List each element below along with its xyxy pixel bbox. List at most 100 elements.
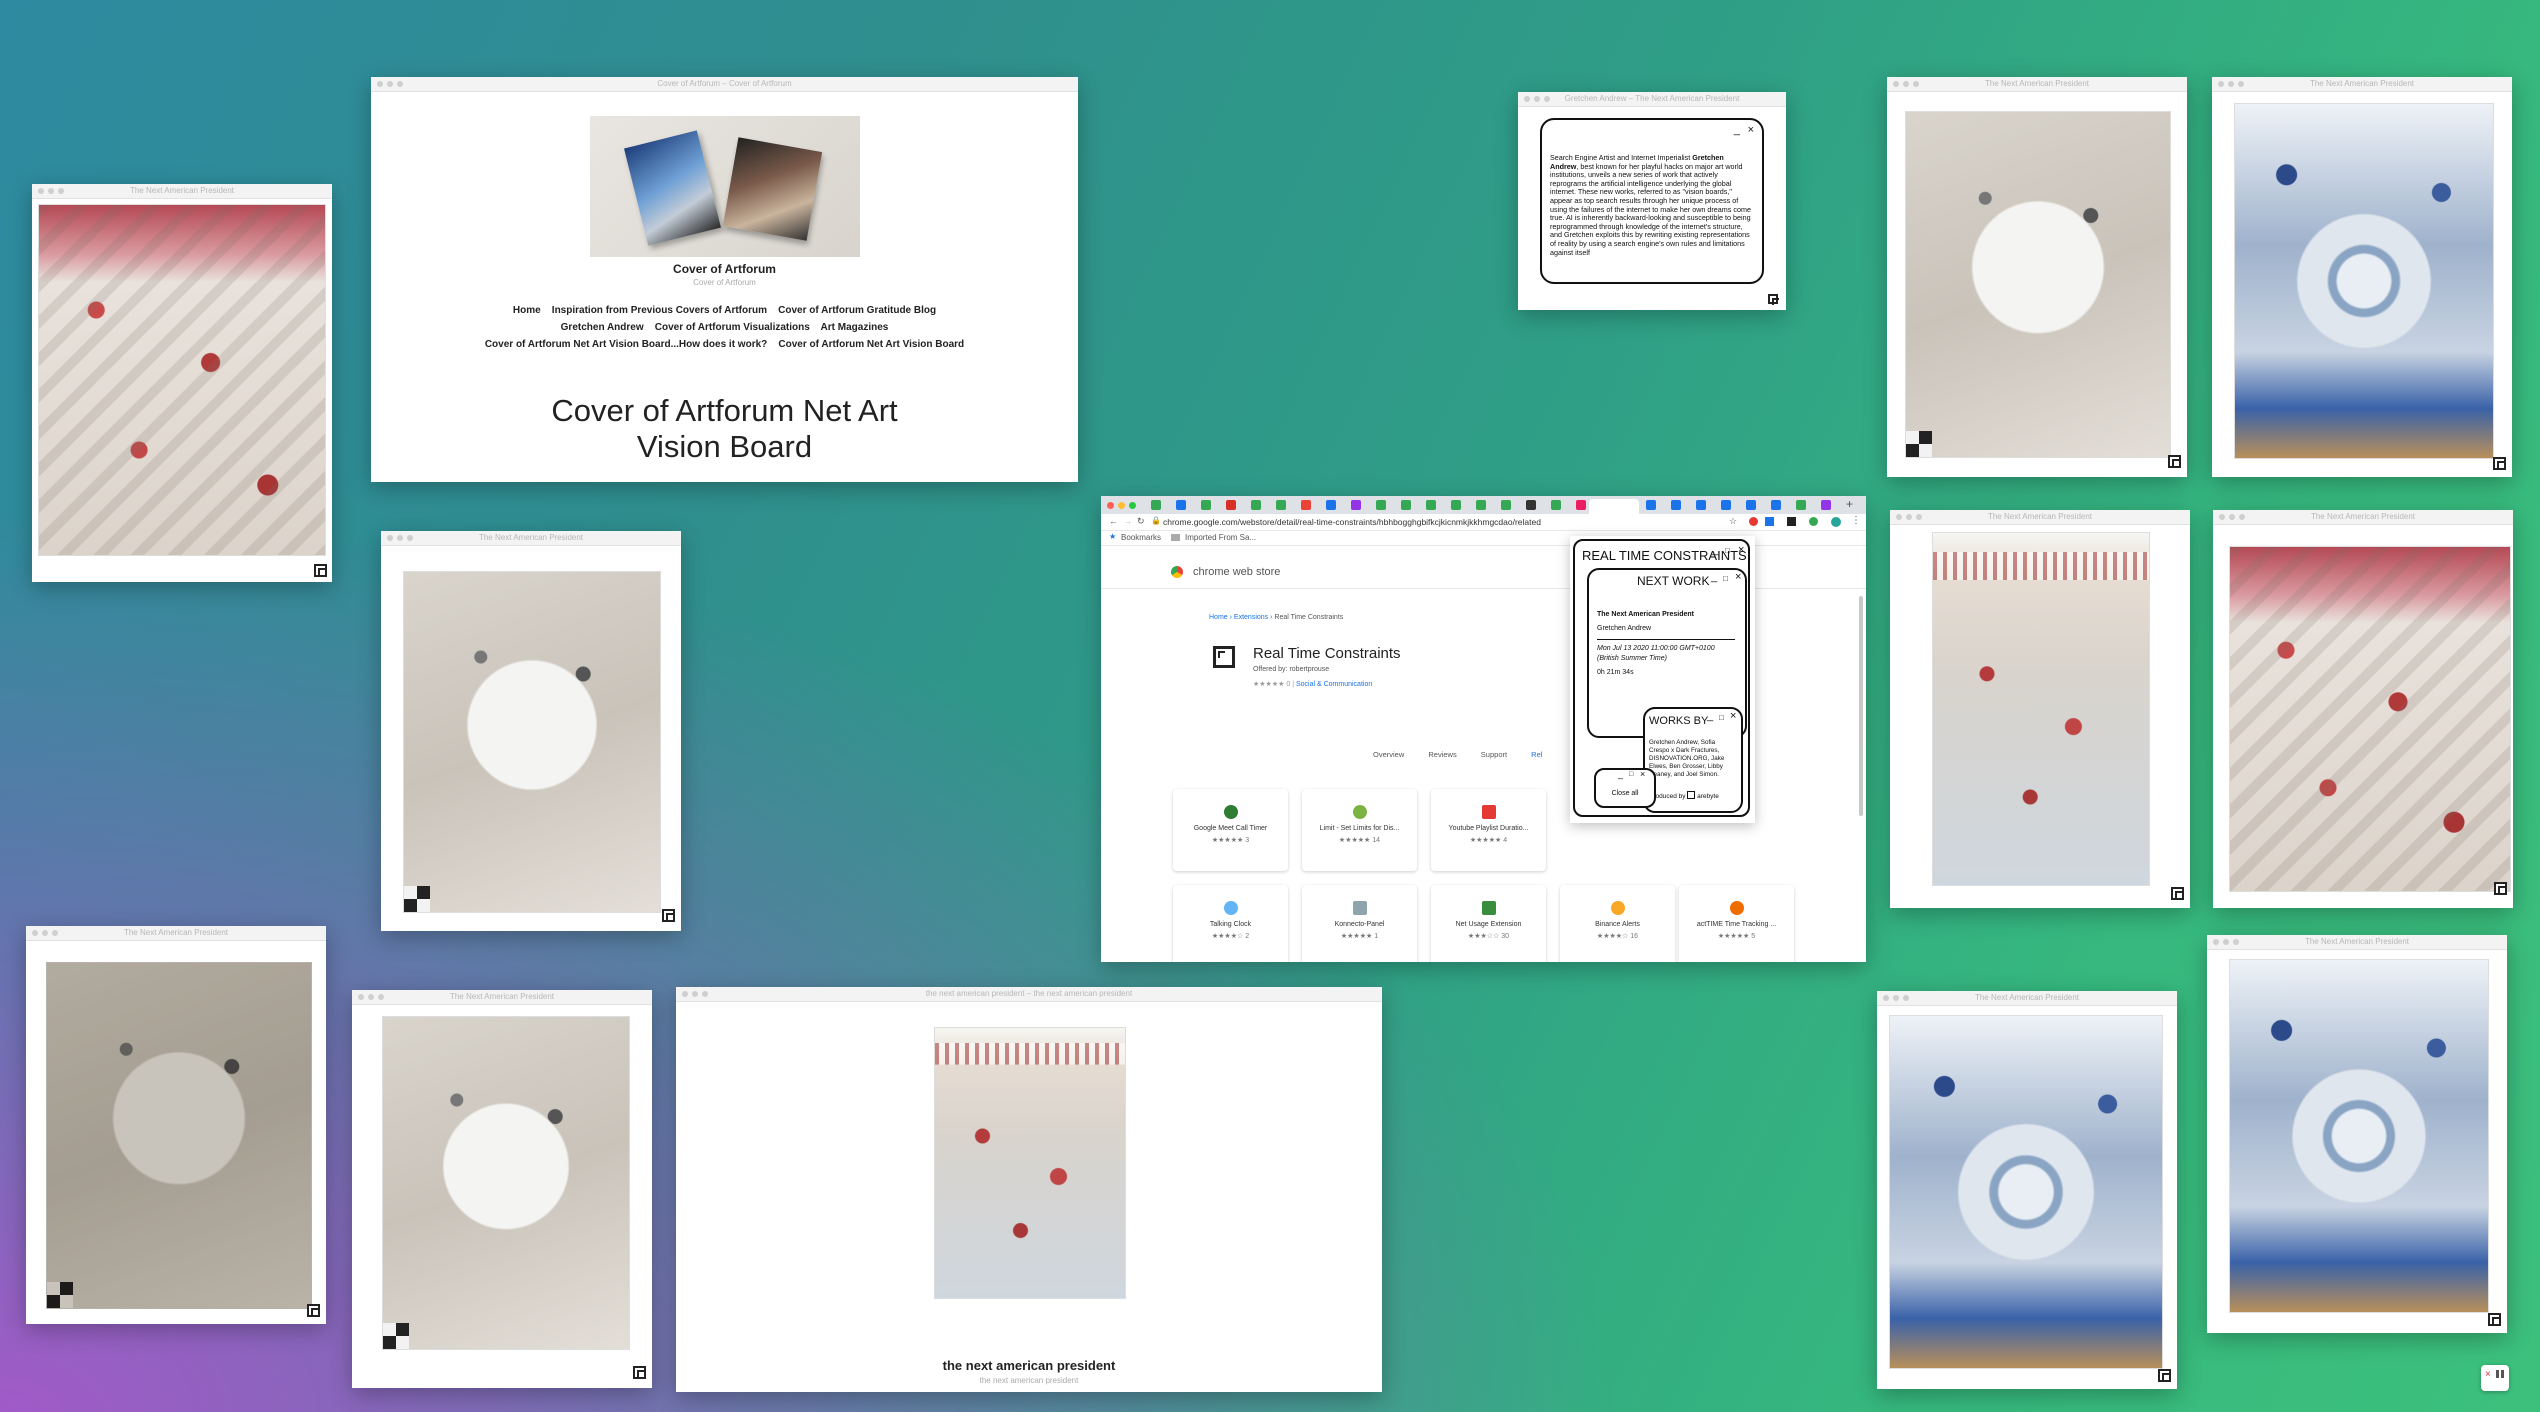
window-titlebar[interactable]: the next american president – the next a… xyxy=(676,987,1382,1002)
menu-icon[interactable]: ⋮ xyxy=(1851,515,1861,526)
window-titlebar[interactable]: The Next American President xyxy=(32,184,332,199)
about-window[interactable]: Gretchen Andrew – The Next American Pres… xyxy=(1518,92,1786,310)
expand-icon[interactable] xyxy=(1768,294,1779,305)
close-button[interactable]: × xyxy=(1640,769,1645,779)
extension-card[interactable]: Google Meet Call Timer ★★★★★ 3 xyxy=(1173,789,1288,871)
tab-favicon[interactable] xyxy=(1376,500,1386,510)
maximize-button[interactable]: □ xyxy=(1719,713,1724,722)
artforum-window[interactable]: Cover of Artforum – Cover of Artforum Co… xyxy=(371,77,1078,482)
tab-favicon[interactable] xyxy=(1821,500,1831,510)
tab-favicon[interactable] xyxy=(1671,500,1681,510)
tab-favicon[interactable] xyxy=(1226,500,1236,510)
window-titlebar[interactable]: Cover of Artforum – Cover of Artforum xyxy=(371,77,1078,92)
tab-favicon[interactable] xyxy=(1276,500,1286,510)
close-all-panel[interactable]: _ □ × Close all xyxy=(1594,768,1656,808)
tab-favicon[interactable] xyxy=(1176,500,1186,510)
minimize-button[interactable]: _ xyxy=(1618,769,1623,779)
window-titlebar[interactable]: The Next American President xyxy=(26,926,326,941)
star-icon[interactable]: ☆ xyxy=(1729,516,1737,527)
extension-card[interactable]: Youtube Playlist Duratio... ★★★★★ 4 xyxy=(1431,789,1546,871)
extension-card[interactable]: Talking Clock ★★★★☆ 2 xyxy=(1173,885,1288,962)
new-tab-icon[interactable]: + xyxy=(1846,497,1853,511)
window-titlebar[interactable]: The Next American President xyxy=(1887,77,2187,92)
expand-icon[interactable] xyxy=(307,1304,320,1317)
window-titlebar[interactable]: The Next American President xyxy=(1877,991,2177,1006)
maximize-button[interactable]: □ xyxy=(1723,574,1728,583)
chrome-window[interactable]: + ← → ↻ 🔒 chrome.google.com/webstore/det… xyxy=(1101,496,1866,962)
tab-support[interactable]: Support xyxy=(1481,750,1507,759)
active-tab[interactable] xyxy=(1589,499,1639,514)
expand-icon[interactable] xyxy=(662,909,675,922)
reload-icon[interactable]: ↻ xyxy=(1137,516,1145,527)
close-button[interactable]: × xyxy=(1730,710,1736,722)
expand-icon[interactable] xyxy=(2158,1369,2171,1382)
tab-reviews[interactable]: Reviews xyxy=(1428,750,1456,759)
nav-gratitude-blog[interactable]: Cover of Artforum Gratitude Blog xyxy=(778,305,936,316)
maximize-button[interactable]: □ xyxy=(1629,771,1633,778)
window-titlebar[interactable]: The Next American President xyxy=(381,531,681,546)
extension-card[interactable]: Konnecto-Panel ★★★★★ 1 xyxy=(1302,885,1417,962)
tab-favicon[interactable] xyxy=(1551,500,1561,510)
maximize-window-icon[interactable] xyxy=(1129,502,1136,509)
thumbnail-window-4[interactable]: The Next American President xyxy=(381,531,681,931)
window-titlebar[interactable]: Gretchen Andrew – The Next American Pres… xyxy=(1518,92,1786,107)
nav-art-magazines[interactable]: Art Magazines xyxy=(821,322,889,333)
artwork-title[interactable]: the next american president xyxy=(676,1358,1382,1373)
tab-favicon[interactable] xyxy=(1301,500,1311,510)
back-icon[interactable]: ← xyxy=(1109,516,1118,526)
webstore-logo-icon[interactable] xyxy=(1171,566,1183,578)
close-window-icon[interactable] xyxy=(1107,502,1114,509)
nav-visualizations[interactable]: Cover of Artforum Visualizations xyxy=(655,322,810,333)
tab-favicon[interactable] xyxy=(1451,500,1461,510)
url-text[interactable]: chrome.google.com/webstore/detail/real-t… xyxy=(1163,517,1541,527)
rtc-extension-popup[interactable]: REAL TIME CONSTRAINTS _ □ × NEXT WORK _ … xyxy=(1570,536,1755,823)
nav-home[interactable]: Home xyxy=(513,305,541,316)
extension-card[interactable]: Limit - Set Limits for Dis... ★★★★★ 14 xyxy=(1302,789,1417,871)
window-titlebar[interactable]: The Next American President xyxy=(2207,935,2507,950)
tab-favicon[interactable] xyxy=(1746,500,1756,510)
tab-favicon[interactable] xyxy=(1151,500,1161,510)
window-titlebar[interactable]: The Next American President xyxy=(352,990,652,1005)
tab-favicon[interactable] xyxy=(1251,500,1261,510)
expand-icon[interactable] xyxy=(314,564,327,577)
thumbnail-window-9[interactable]: The Next American President xyxy=(1877,991,2177,1389)
extension-icon[interactable] xyxy=(1787,517,1796,526)
nav-inspiration[interactable]: Inspiration from Previous Covers of Artf… xyxy=(552,305,767,316)
expand-icon[interactable] xyxy=(2171,887,2184,900)
tab-favicon[interactable] xyxy=(1501,500,1511,510)
thumbnail-window-10[interactable]: The Next American President xyxy=(2207,935,2507,1333)
thumbnail-window-1[interactable]: The Next American President xyxy=(32,184,332,582)
tab-favicon[interactable] xyxy=(1721,500,1731,510)
extension-card[interactable]: Binance Alerts ★★★★☆ 16 xyxy=(1560,885,1675,962)
close-button[interactable]: × xyxy=(1748,124,1754,136)
page-scrollbar[interactable] xyxy=(1859,596,1863,816)
expand-icon[interactable] xyxy=(2493,457,2506,470)
tab-favicon[interactable] xyxy=(1646,500,1656,510)
tab-favicon[interactable] xyxy=(1401,500,1411,510)
expand-icon[interactable] xyxy=(2494,882,2507,895)
site-title[interactable]: Cover of Artforum xyxy=(371,262,1078,276)
extension-icon[interactable] xyxy=(1765,517,1774,526)
nav-gretchen-andrew[interactable]: Gretchen Andrew xyxy=(561,322,644,333)
minimize-window-icon[interactable] xyxy=(1118,502,1125,509)
tab-favicon[interactable] xyxy=(1526,500,1536,510)
extension-card[interactable]: Net Usage Extension ★★★☆☆ 30 xyxy=(1431,885,1546,962)
tab-favicon[interactable] xyxy=(1351,500,1361,510)
tab-favicon[interactable] xyxy=(1771,500,1781,510)
tab-favicon[interactable] xyxy=(1426,500,1436,510)
maximize-button[interactable]: □ xyxy=(1725,546,1730,555)
store-name[interactable]: chrome web store xyxy=(1193,566,1280,578)
bookmarks-link[interactable]: Bookmarks xyxy=(1121,533,1161,542)
nav-vision-board[interactable]: Cover of Artforum Net Art Vision Board xyxy=(778,339,964,350)
imported-folder[interactable]: Imported From Sa... xyxy=(1185,533,1256,542)
tab-related[interactable]: Rel xyxy=(1531,750,1542,759)
nav-how-does-it-work[interactable]: Cover of Artforum Net Art Vision Board..… xyxy=(485,339,767,350)
minimize-button[interactable]: _ xyxy=(1711,571,1717,583)
expand-icon[interactable] xyxy=(2168,455,2181,468)
window-titlebar[interactable]: The Next American President xyxy=(1890,510,2190,525)
tab-favicon[interactable] xyxy=(1576,500,1586,510)
opera-extension-icon[interactable] xyxy=(1749,517,1758,526)
profile-avatar[interactable] xyxy=(1831,517,1841,527)
close-all-button[interactable]: Close all xyxy=(1596,790,1654,797)
close-button[interactable]: × xyxy=(1738,544,1744,556)
